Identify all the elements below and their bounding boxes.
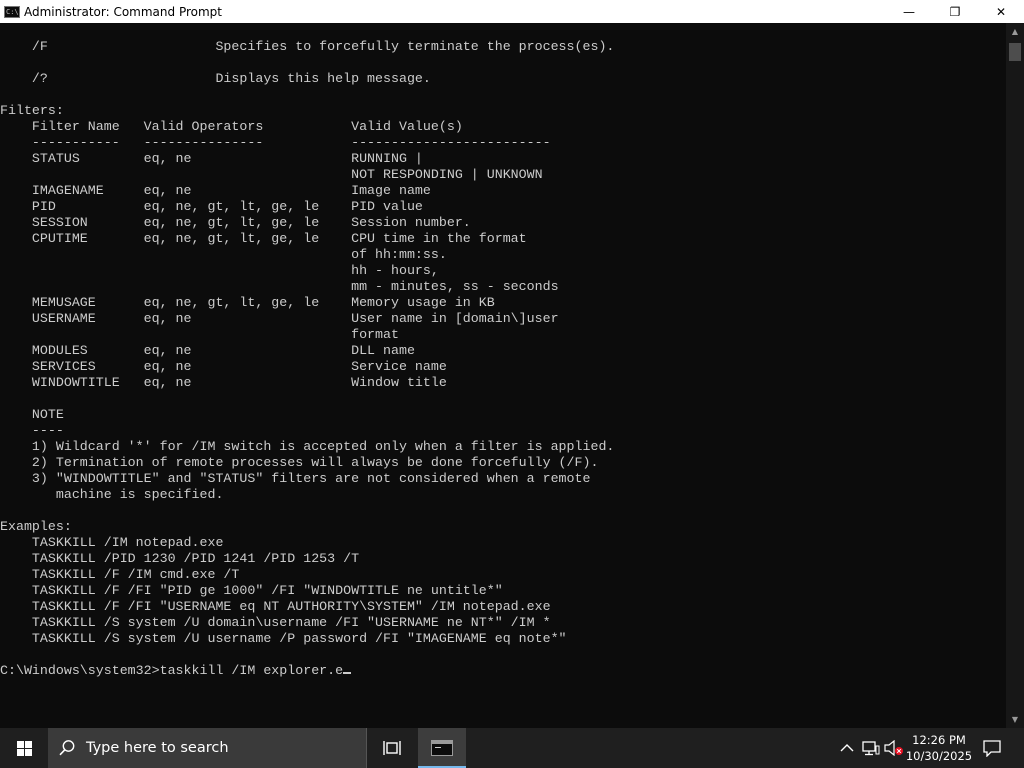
minimize-button[interactable]: — <box>886 0 932 23</box>
console-area[interactable]: /F Specifies to forcefully terminate the… <box>0 23 1006 728</box>
notification-icon <box>983 739 1001 757</box>
window-title: Administrator: Command Prompt <box>24 4 222 19</box>
restore-button[interactable]: ❐ <box>932 0 978 23</box>
task-view-icon <box>383 741 401 755</box>
volume-tray-button[interactable] <box>884 728 904 768</box>
scroll-up-arrow-icon[interactable]: ▲ <box>1006 23 1024 40</box>
title-bar[interactable]: C:\ Administrator: Command Prompt — ❐ ✕ <box>0 0 1024 23</box>
chevron-up-icon <box>840 744 854 752</box>
start-button[interactable] <box>0 728 48 768</box>
network-icon <box>862 741 880 756</box>
network-tray-button[interactable] <box>860 728 882 768</box>
clock-date: 10/30/2025 <box>905 749 973 763</box>
console-output: /F Specifies to forcefully terminate the… <box>0 39 614 679</box>
console-prompt: C:\Windows\system32> <box>0 663 160 678</box>
search-icon <box>48 739 86 757</box>
vertical-scrollbar[interactable]: ▲ ▼ <box>1006 23 1024 728</box>
volume-muted-icon <box>884 740 903 756</box>
windows-logo-icon <box>16 740 32 756</box>
command-input[interactable]: taskkill /IM explorer.e <box>160 663 344 678</box>
cmd-taskbar-icon <box>431 740 453 756</box>
scroll-down-arrow-icon[interactable]: ▼ <box>1006 711 1024 728</box>
text-cursor <box>343 672 352 674</box>
taskbar: Type here to search 12:26 PM 10/30/2025 <box>0 728 1024 768</box>
notification-center-button[interactable] <box>978 728 1006 768</box>
clock-time: 12:26 PM <box>912 733 966 747</box>
taskbar-search-box[interactable]: Type here to search <box>48 728 367 768</box>
search-placeholder: Type here to search <box>86 740 229 756</box>
task-view-button[interactable] <box>370 728 414 768</box>
taskbar-clock[interactable]: 12:26 PM 10/30/2025 <box>902 728 976 768</box>
cmd-icon: C:\ <box>4 5 20 18</box>
taskbar-cmd-app[interactable] <box>418 728 466 768</box>
console-help-text: /F Specifies to forcefully terminate the… <box>0 39 615 646</box>
close-button[interactable]: ✕ <box>978 0 1024 23</box>
show-hidden-icons-button[interactable] <box>836 728 858 768</box>
scrollbar-thumb[interactable] <box>1009 43 1021 61</box>
